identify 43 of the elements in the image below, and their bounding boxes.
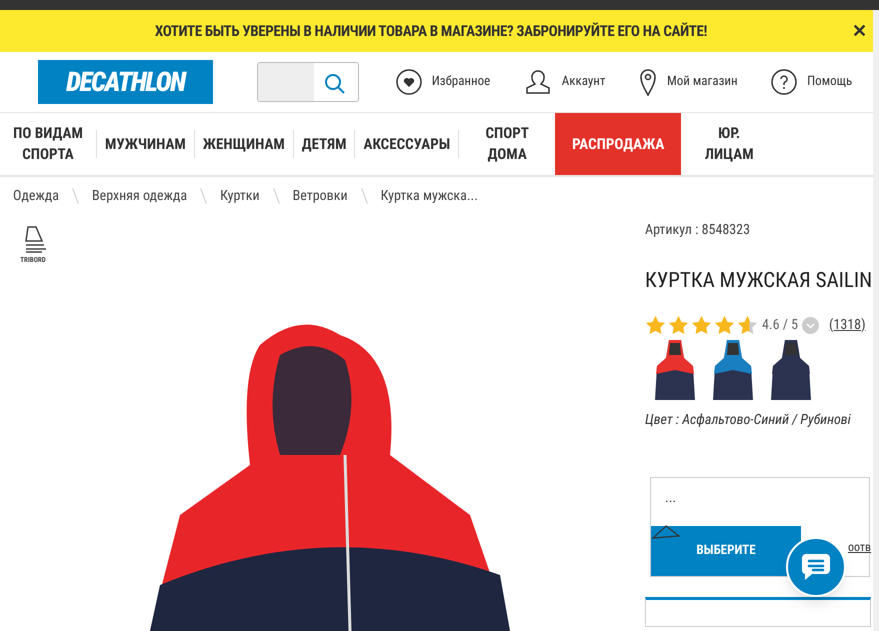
star-icon — [668, 315, 689, 335]
star-icon — [714, 315, 735, 335]
nav-item[interactable]: СПОРТ ДОМА — [459, 113, 556, 175]
close-button[interactable]: ✕ — [852, 18, 867, 44]
nav-item[interactable]: ЮР. ЛИЦАМ — [681, 113, 778, 175]
header-link[interactable]: Мой магазин — [666, 72, 738, 92]
star-icon — [645, 315, 666, 335]
select-button[interactable]: ВЫБЕРИТЕ — [651, 526, 801, 576]
banner-text: ХОТИТЕ БЫТЬ УВЕРЕНЫ В НАЛИЧИИ ТОВАРА В МАГАЗИНЕ? ЗАБРОНИРУЙТЕ ЕГО НА САЙТЕ! — [154, 20, 708, 42]
star-icon — [691, 315, 712, 335]
product-title: КУРТКА МУЖСКАЯ SAILIN — [645, 268, 874, 295]
reviews-link[interactable]: (1318) — [829, 314, 866, 336]
size-select[interactable]: ... — [651, 478, 869, 526]
breadcrumb-link[interactable]: Куртка мужска... — [380, 186, 478, 206]
person-icon — [524, 69, 552, 95]
breadcrumb-link[interactable]: Куртки — [220, 186, 260, 206]
breadcrumb-link[interactable]: Верхняя одежда — [92, 186, 188, 206]
header-link[interactable]: Помощь — [807, 72, 852, 92]
header-link[interactable]: Избранное — [432, 72, 490, 92]
header-link[interactable]: Аккаунт — [562, 72, 606, 92]
color-label: Цвет : Асфальтово-Синий / Рубинові — [645, 410, 852, 430]
size-link[interactable]: оотв — [848, 538, 872, 556]
search-field[interactable] — [257, 62, 359, 102]
jacket-variant-thumbnail[interactable] — [713, 338, 753, 400]
help-icon — [771, 69, 798, 95]
star-icon — [737, 315, 758, 335]
search-icon — [324, 73, 346, 95]
nav-item[interactable]: ПО ВИДАМ СПОРТА — [0, 113, 96, 175]
rating-score: 4.6 / 5 — [762, 316, 798, 334]
logo[interactable]: DECATHLON — [38, 60, 213, 104]
nav-item[interactable]: МУЖЧИНАМ — [97, 113, 194, 175]
jacket-variant-thumbnail[interactable] — [655, 338, 695, 400]
nav-item[interactable]: АКСЕССУАРЫ — [355, 113, 458, 175]
location-pin-icon — [638, 68, 657, 96]
article-number: Артикул : 8548323 — [645, 221, 752, 240]
nav-item[interactable]: ЖЕНЩИНАМ — [194, 113, 293, 175]
breadcrumb-link[interactable]: Ветровки — [292, 186, 348, 206]
breadcrumb-link[interactable]: Одежда — [13, 186, 59, 206]
nav-item[interactable]: ДЕТЯМ — [294, 113, 354, 175]
hanger-icon — [651, 524, 681, 540]
jacket-variant-thumbnail[interactable] — [771, 338, 811, 400]
scrollbar[interactable] — [873, 10, 879, 631]
chat-icon — [800, 552, 832, 582]
